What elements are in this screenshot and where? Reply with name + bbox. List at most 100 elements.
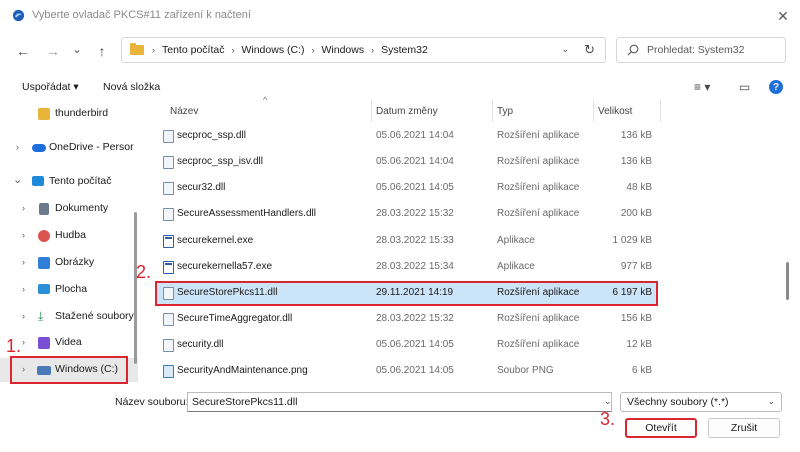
file-row[interactable]: SecureTimeAggregator.dll 28.03.2022 15:3… [155, 307, 658, 332]
file-date: 05.06.2021 14:04 [376, 156, 454, 167]
column-divider[interactable] [593, 100, 594, 122]
dll-file-icon [163, 156, 174, 169]
file-size: 156 kB [620, 313, 652, 324]
chevron-right-icon[interactable]: › [22, 230, 25, 240]
sidebar-item-documents[interactable]: › Dokumenty [0, 197, 138, 221]
file-row[interactable]: SecurityAndMaintenance.png 05.06.2021 14… [155, 359, 658, 384]
file-date: 05.06.2021 14:05 [376, 182, 454, 193]
breadcrumb-this-pc[interactable]: Tento počítač [162, 44, 224, 56]
videos-icon [38, 337, 50, 349]
file-row[interactable]: securekernella57.exe 28.03.2022 15:34 Ap… [155, 255, 658, 280]
sidebar-item-label: Hudba [55, 229, 86, 241]
dll-file-icon [163, 208, 174, 221]
sidebar-item-this-pc[interactable]: ⌄ Tento počítač [0, 170, 138, 194]
sidebar-item-pictures[interactable]: › Obrázky [0, 251, 138, 275]
file-row[interactable]: SecureAssessmentHandlers.dll 28.03.2022 … [155, 202, 658, 227]
file-type-value: Všechny soubory (*.*) [627, 396, 729, 408]
close-button[interactable]: ✕ [772, 5, 794, 27]
documents-icon [39, 203, 49, 215]
chevron-right-icon: › [311, 45, 315, 55]
sidebar-item-music[interactable]: › Hudba [0, 224, 138, 248]
dll-file-icon [163, 339, 174, 352]
sidebar-item-label: Plocha [55, 283, 88, 295]
file-row[interactable]: securekernel.exe 28.03.2022 15:33 Aplika… [155, 229, 658, 254]
address-history-chevron-icon[interactable]: ⌄ [561, 44, 569, 55]
search-box[interactable]: Prohledat: System32 [616, 37, 786, 63]
exe-file-icon [163, 235, 174, 248]
file-row[interactable]: secproc_ssp.dll 05.06.2021 14:04 Rozšíře… [155, 124, 658, 149]
file-size: 48 kB [626, 182, 652, 193]
filename-input[interactable] [187, 392, 612, 412]
breadcrumb-windows[interactable]: Windows [321, 44, 364, 56]
arrow-left-icon: ← [16, 43, 30, 59]
chevron-right-icon[interactable]: › [22, 284, 25, 294]
breadcrumb-system32[interactable]: System32 [381, 44, 428, 56]
chevron-right-icon[interactable]: › [16, 142, 19, 152]
column-header-type[interactable]: Typ [497, 106, 513, 117]
close-icon: ✕ [777, 7, 789, 24]
new-folder-button[interactable]: Nová složka [103, 81, 160, 93]
column-header-date[interactable]: Datum změny [376, 106, 438, 117]
file-date: 05.06.2021 14:05 [376, 339, 454, 350]
chevron-right-icon[interactable]: › [22, 203, 25, 213]
chevron-right-icon: › [371, 45, 375, 55]
sidebar-item-desktop[interactable]: › Plocha [0, 278, 138, 302]
cancel-button[interactable]: Zrušit [708, 418, 780, 438]
file-name: securekernella57.exe [177, 261, 273, 272]
chevron-down-icon[interactable]: ⌄ [604, 396, 612, 407]
folder-icon [38, 108, 50, 120]
file-list-scrollbar[interactable] [786, 262, 789, 300]
forward-button[interactable]: → [44, 42, 62, 60]
arrow-up-icon: ↑ [98, 43, 106, 59]
file-date: 28.03.2022 15:34 [376, 261, 454, 272]
up-button[interactable]: ↑ [93, 42, 111, 60]
chevron-right-icon: › [231, 45, 235, 55]
music-icon [38, 230, 50, 242]
sidebar-item-downloads[interactable]: › ⤓ Stažené soubory [0, 305, 138, 329]
sidebar-item-thunderbird[interactable]: thunderbird [0, 102, 138, 126]
png-file-icon [163, 365, 174, 378]
file-name: SecurityAndMaintenance.png [177, 365, 308, 376]
file-date: 28.03.2022 15:32 [376, 313, 454, 324]
file-name: secproc_ssp_isv.dll [177, 156, 263, 167]
chevron-right-icon[interactable]: › [22, 257, 25, 267]
cloud-icon [32, 144, 46, 152]
file-type: Rozšíření aplikace [497, 130, 580, 141]
view-options-icon[interactable]: ≡ ▾ [694, 80, 710, 94]
sidebar-item-label: Tento počítač [49, 175, 112, 187]
computer-icon [32, 176, 44, 186]
recent-locations-button[interactable]: ⌄ [68, 40, 86, 58]
chevron-down-icon[interactable]: ⌄ [13, 173, 22, 186]
open-button[interactable]: Otevřít [625, 418, 697, 438]
column-divider[interactable] [660, 100, 661, 122]
refresh-icon[interactable]: ↻ [584, 42, 595, 58]
step-2-label: 2. [136, 262, 152, 282]
exe-file-icon [163, 261, 174, 274]
desktop-icon [38, 284, 50, 294]
downloads-icon: ⤓ [38, 309, 44, 323]
column-header-size[interactable]: Velikost [598, 106, 632, 117]
file-date: 28.03.2022 15:32 [376, 208, 454, 219]
file-type-select[interactable]: Všechny soubory (*.*) ⌄ [620, 392, 782, 412]
sidebar-scrollbar[interactable] [134, 212, 137, 364]
address-bar[interactable]: › Tento počítač › Windows (C:) › Windows… [121, 37, 606, 63]
chevron-right-icon[interactable]: › [22, 337, 25, 347]
file-row[interactable]: secur32.dll 05.06.2021 14:05 Rozšíření a… [155, 176, 658, 201]
command-bar: Uspořádat ▾ Nová složka ≡ ▾ ▭ [0, 76, 800, 98]
preview-pane-icon[interactable]: ▭ [739, 80, 750, 94]
sidebar-item-onedrive[interactable]: › OneDrive - Persor [0, 136, 138, 160]
dll-file-icon [163, 182, 174, 195]
file-row[interactable]: security.dll 05.06.2021 14:05 Rozšíření … [155, 333, 658, 358]
organize-button[interactable]: Uspořádat ▾ [22, 81, 79, 93]
file-name: SecureTimeAggregator.dll [177, 313, 293, 324]
sidebar-item-label: thunderbird [55, 107, 109, 119]
file-type: Soubor PNG [497, 365, 554, 376]
back-button[interactable]: ← [14, 42, 32, 60]
chevron-right-icon[interactable]: › [22, 311, 25, 321]
file-row[interactable]: secproc_ssp_isv.dll 05.06.2021 14:04 Roz… [155, 150, 658, 175]
breadcrumb-drive-c[interactable]: Windows (C:) [241, 44, 304, 56]
help-icon[interactable]: ? [769, 80, 783, 94]
column-divider[interactable] [371, 100, 372, 122]
column-header-name[interactable]: Název [170, 106, 198, 117]
column-divider[interactable] [492, 100, 493, 122]
